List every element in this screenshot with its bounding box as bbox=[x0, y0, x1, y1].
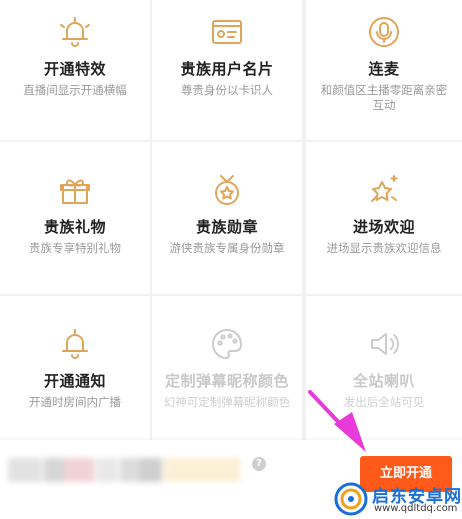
privilege-title: 进场欢迎 bbox=[352, 218, 415, 236]
privilege-desc: 开通时房间内广播 bbox=[29, 395, 121, 409]
site-watermark: 启东安卓网 www.qdltdq.com bbox=[332, 478, 462, 519]
privilege-item-noble-gift[interactable]: 贵族礼物 贵族专享特别礼物 bbox=[0, 142, 150, 294]
privilege-desc: 和颜值区主播零距离亲密互动 bbox=[320, 83, 448, 112]
watermark-url: www.qdltdq.com bbox=[374, 503, 458, 514]
privilege-item-noble-medal[interactable]: 贵族勋章 游侠贵族专属身份勋章 bbox=[152, 142, 302, 294]
privilege-item-co-stream[interactable]: 连麦 和颜值区主播零距离亲密互动 bbox=[306, 0, 462, 140]
privilege-desc: 游侠贵族专属身份勋章 bbox=[169, 241, 285, 255]
speaker-icon bbox=[371, 333, 400, 355]
privilege-desc: 进场显示贵族欢迎信息 bbox=[326, 241, 442, 255]
privilege-title: 开通通知 bbox=[43, 372, 106, 390]
privilege-title: 贵族用户名片 bbox=[180, 60, 274, 78]
bell-icon bbox=[60, 17, 90, 47]
privilege-desc: 幻神可定制弹幕昵称颜色 bbox=[163, 395, 291, 409]
privilege-title: 贵族勋章 bbox=[195, 218, 258, 236]
medal-icon bbox=[215, 175, 239, 205]
privilege-desc: 尊贵身份以卡识人 bbox=[181, 83, 273, 97]
privilege-grid: 开通特效 直播间显示开通横幅 贵族用户名片 尊贵身份以卡识人 连麦 和颜值区主播… bbox=[0, 0, 462, 440]
watermark-logo-icon bbox=[334, 482, 368, 516]
privilege-title: 定制弹幕昵称颜色 bbox=[164, 372, 289, 390]
privilege-desc: 贵族专享特别礼物 bbox=[29, 241, 121, 255]
privilege-item-user-card[interactable]: 贵族用户名片 尊贵身份以卡识人 bbox=[152, 0, 302, 140]
microphone-icon bbox=[369, 17, 399, 47]
privilege-desc: 直播间显示开通横幅 bbox=[23, 83, 127, 97]
id-card-icon bbox=[212, 20, 242, 44]
privilege-title: 连麦 bbox=[368, 60, 400, 78]
blurred-price-info bbox=[0, 450, 260, 490]
privilege-item-open-effect[interactable]: 开通特效 直播间显示开通横幅 bbox=[0, 0, 150, 140]
bell-icon bbox=[62, 329, 88, 359]
privilege-title: 全站喇叭 bbox=[352, 372, 415, 390]
privilege-item-site-speaker[interactable]: 全站喇叭 发出后全站可见 bbox=[306, 296, 462, 440]
privilege-item-open-notice[interactable]: 开通通知 开通时房间内广播 bbox=[0, 296, 150, 440]
help-icon[interactable]: ? bbox=[252, 457, 266, 471]
gift-icon bbox=[60, 179, 90, 204]
privilege-title: 贵族礼物 bbox=[43, 218, 106, 236]
palette-icon bbox=[212, 329, 242, 359]
sparkle-star-icon bbox=[371, 175, 398, 202]
privilege-item-entry-welcome[interactable]: 进场欢迎 进场显示贵族欢迎信息 bbox=[306, 142, 462, 294]
privilege-item-danmaku-color[interactable]: 定制弹幕昵称颜色 幻神可定制弹幕昵称颜色 bbox=[152, 296, 302, 440]
privilege-desc: 发出后全站可见 bbox=[343, 395, 425, 409]
privilege-title: 开通特效 bbox=[43, 60, 106, 78]
